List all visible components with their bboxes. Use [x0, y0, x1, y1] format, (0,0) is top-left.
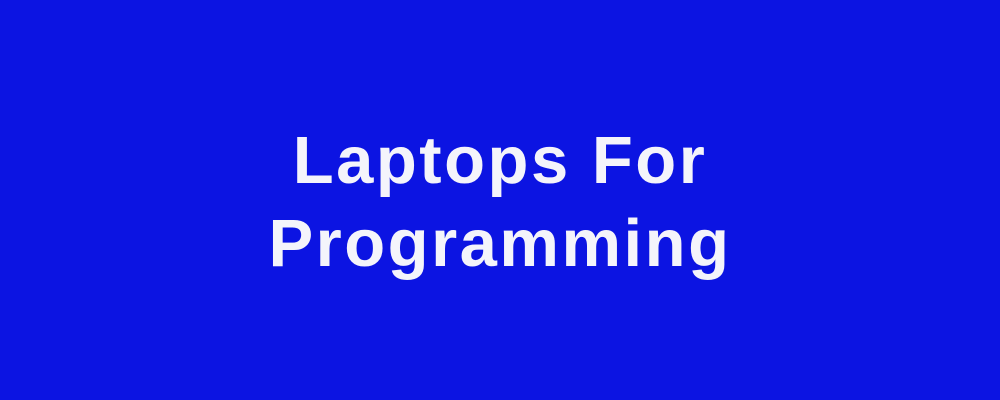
banner-title-line-2: Programming [268, 206, 732, 281]
banner-title-line-1: Laptops For [292, 123, 708, 198]
banner-title: Laptops For Programming [268, 119, 731, 285]
title-banner: Laptops For Programming [0, 0, 1000, 400]
